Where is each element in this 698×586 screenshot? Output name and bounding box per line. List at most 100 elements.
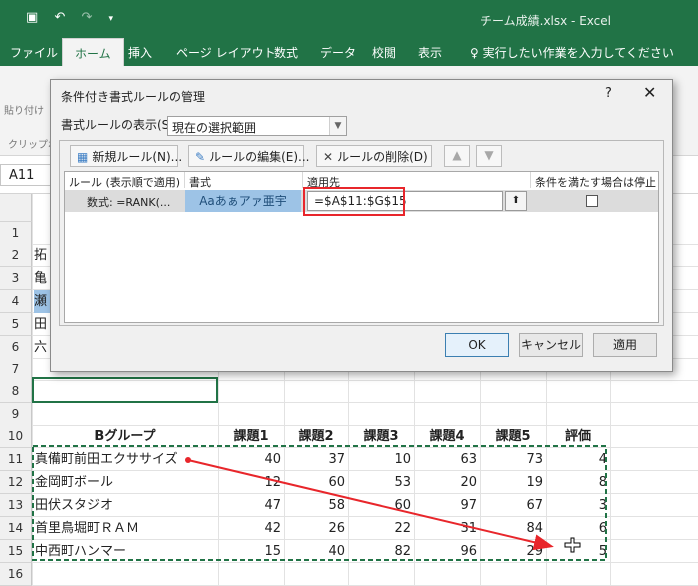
table-cell[interactable]: 42 <box>218 517 284 540</box>
paste-label[interactable]: 貼り付け <box>4 102 44 117</box>
tab-formulas[interactable]: 数式 <box>274 44 298 61</box>
tell-me-box[interactable]: ♀ 実行したい作業を入力してください <box>470 44 674 61</box>
move-down-button[interactable]: ▼ <box>476 145 502 167</box>
row-header[interactable]: 15 <box>0 540 32 563</box>
show-rules-select[interactable]: 現在の選択範囲 ▼ <box>167 116 347 136</box>
tab-review[interactable]: 校閲 <box>372 44 396 61</box>
table-cell[interactable]: 6 <box>546 517 610 540</box>
table-cell[interactable]: 26 <box>284 517 348 540</box>
ribbon-tabs: ファイル ホーム 挿入 ページ レイアウト 数式 データ 校閲 表示 ♀ 実行し… <box>0 38 698 66</box>
table-cell[interactable]: 29 <box>480 540 546 563</box>
table-cell[interactable]: 22 <box>348 517 414 540</box>
quick-access-toolbar[interactable]: ▣ ↶ ↷ ▾ <box>26 10 119 25</box>
row-header[interactable]: 9 <box>0 403 32 426</box>
col-divider <box>302 172 303 188</box>
row-header[interactable]: 16 <box>0 563 32 586</box>
ok-button[interactable]: OK <box>445 333 509 357</box>
tab-insert[interactable]: 挿入 <box>128 44 152 61</box>
table-cell[interactable]: 首里鳥堀町ＲＡＭ <box>35 517 218 540</box>
table-cell[interactable]: 中西町ハンマー <box>35 540 218 563</box>
grid-column-line <box>32 194 33 586</box>
collapse-range-icon[interactable]: ⬆ <box>505 191 527 211</box>
table-cell[interactable]: 12 <box>218 471 284 494</box>
row-header[interactable]: 1 <box>0 222 32 245</box>
row-header[interactable]: 10 <box>0 425 32 448</box>
close-icon[interactable]: ✕ <box>643 83 656 102</box>
table-cell[interactable]: 5 <box>546 540 610 563</box>
tab-file[interactable]: ファイル <box>10 44 58 61</box>
move-up-button[interactable]: ▲ <box>444 145 470 167</box>
rules-panel: ▦ 新規ルール(N)... ✎ ルールの編集(E)... ✕ ルールの削除(D) ▲ … <box>59 140 664 326</box>
tab-data[interactable]: データ <box>320 44 356 61</box>
row-header[interactable]: 14 <box>0 517 32 540</box>
table-cell[interactable]: 31 <box>414 517 480 540</box>
table-cell[interactable]: 84 <box>480 517 546 540</box>
delete-rule-button[interactable]: ✕ ルールの削除(D) <box>316 145 432 167</box>
row-header[interactable]: 12 <box>0 471 32 494</box>
row-header[interactable]: 3 <box>0 267 32 290</box>
table-cell[interactable]: 10 <box>348 448 414 471</box>
row-header[interactable]: 2 <box>0 244 32 267</box>
column-header-cell[interactable]: 課題2 <box>284 425 348 448</box>
new-rule-button[interactable]: ▦ 新規ルール(N)... <box>70 145 182 167</box>
cell[interactable]: 田 <box>34 313 50 336</box>
chevron-down-icon[interactable]: ▼ <box>329 117 346 135</box>
table-cell[interactable]: 8 <box>546 471 610 494</box>
column-header-cell[interactable]: Bグループ <box>32 425 218 448</box>
table-cell[interactable]: 67 <box>480 494 546 517</box>
undo-icon[interactable]: ↶ <box>54 10 71 25</box>
table-cell[interactable]: 73 <box>480 448 546 471</box>
row-header[interactable]: 6 <box>0 336 32 359</box>
tab-view[interactable]: 表示 <box>418 44 442 61</box>
save-icon[interactable]: ▣ <box>26 10 44 25</box>
show-rules-value: 現在の選択範囲 <box>172 121 257 135</box>
table-cell[interactable]: 金岡町ボール <box>35 471 218 494</box>
table-cell[interactable]: 96 <box>414 540 480 563</box>
column-header-cell[interactable]: 課題1 <box>218 425 284 448</box>
table-cell[interactable]: 60 <box>348 494 414 517</box>
table-cell[interactable]: 37 <box>284 448 348 471</box>
row-header[interactable]: 8 <box>0 380 32 403</box>
redo-icon[interactable]: ↷ <box>81 10 98 25</box>
tab-page-layout[interactable]: ページ レイアウト <box>176 44 276 61</box>
help-icon[interactable]: ? <box>605 86 612 101</box>
table-cell[interactable]: 4 <box>546 448 610 471</box>
table-cell[interactable]: 47 <box>218 494 284 517</box>
table-cell[interactable]: 15 <box>218 540 284 563</box>
table-cell[interactable]: 40 <box>284 540 348 563</box>
edit-rule-button[interactable]: ✎ ルールの編集(E)... <box>188 145 309 167</box>
table-cell[interactable]: 田伏スタジオ <box>35 494 218 517</box>
row-header[interactable]: 13 <box>0 494 32 517</box>
table-cell[interactable]: 58 <box>284 494 348 517</box>
column-header-cell[interactable]: 課題3 <box>348 425 414 448</box>
tab-home[interactable]: ホーム <box>62 38 124 66</box>
table-cell[interactable]: 19 <box>480 471 546 494</box>
table-cell[interactable]: 60 <box>284 471 348 494</box>
stop-if-true-checkbox[interactable] <box>586 195 598 207</box>
customize-icon[interactable]: ▾ <box>109 14 120 24</box>
row-header[interactable]: 11 <box>0 448 32 471</box>
select-all-corner[interactable] <box>0 194 32 222</box>
table-cell[interactable]: 20 <box>414 471 480 494</box>
apply-button[interactable]: 適用 <box>593 333 657 357</box>
row-header[interactable]: 7 <box>0 358 32 381</box>
table-cell[interactable]: 97 <box>414 494 480 517</box>
column-header-cell[interactable]: 評価 <box>546 425 610 448</box>
table-cell[interactable]: 3 <box>546 494 610 517</box>
table-cell[interactable]: 40 <box>218 448 284 471</box>
cancel-button[interactable]: キャンセル <box>519 333 583 357</box>
rules-list[interactable]: ルール (表示順で適用) 書式 適用先 条件を満たす場合は停止 数式: =RAN… <box>64 171 659 323</box>
cell[interactable]: 瀬 <box>34 290 50 313</box>
name-box[interactable]: A11 <box>0 164 52 186</box>
table-cell[interactable]: 53 <box>348 471 414 494</box>
row-header[interactable]: 5 <box>0 313 32 336</box>
table-cell[interactable]: 真備町前田エクササイズ <box>35 448 218 471</box>
column-header-cell[interactable]: 課題5 <box>480 425 546 448</box>
table-cell[interactable]: 82 <box>348 540 414 563</box>
cell[interactable]: 六 <box>34 336 50 359</box>
table-cell[interactable]: 63 <box>414 448 480 471</box>
cell[interactable]: 亀 <box>34 267 50 290</box>
column-header-cell[interactable]: 課題4 <box>414 425 480 448</box>
cell[interactable]: 拓 <box>34 244 50 267</box>
row-header[interactable]: 4 <box>0 290 32 313</box>
